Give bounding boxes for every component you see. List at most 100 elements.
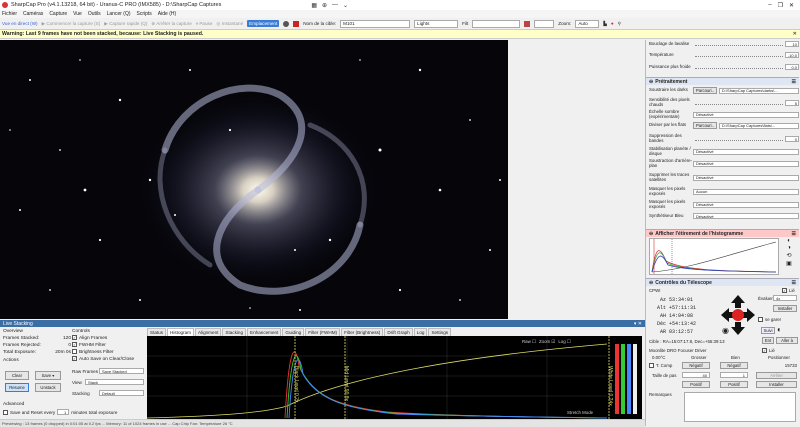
park-checkbox[interactable]: se garer	[758, 317, 781, 323]
tracking-button[interactable]: Suivi	[761, 327, 775, 334]
setting-value[interactable]: 0.0	[785, 64, 799, 70]
mini-histogram[interactable]	[649, 238, 779, 275]
setting-value[interactable]: -10.0	[785, 52, 799, 58]
settings-icon[interactable]	[283, 20, 290, 27]
tab-alignment[interactable]: Alignment	[194, 328, 222, 336]
brightness-filter-checkbox[interactable]: Brightness Filter	[72, 349, 146, 356]
save-reset-checkbox[interactable]	[3, 409, 8, 415]
dropdown[interactable]: Désactivé	[693, 174, 799, 181]
slider[interactable]	[695, 53, 783, 57]
menu-lancer[interactable]: Lancer (Q)	[107, 11, 131, 17]
target-input[interactable]: M101	[340, 19, 411, 28]
preprocessing-header[interactable]: ⊖ Prétraitement ☰	[646, 77, 799, 85]
rate-select[interactable]: 4x	[773, 295, 797, 301]
contrast-alt-icon[interactable]: ◑	[787, 245, 791, 251]
menu-scripts[interactable]: Scripts	[137, 11, 152, 17]
moon-icon[interactable]: ◐	[777, 325, 782, 334]
darks-path[interactable]: D:\SharpCap Captures\darks\...	[718, 87, 799, 94]
histogram-stretch-header[interactable]: ⊖ Afficher l'étirement de l'histogramme …	[646, 229, 799, 237]
fine-negative-button[interactable]: Négatif	[720, 362, 748, 369]
dropdown[interactable]: Aucun	[693, 188, 799, 195]
dropdown[interactable]: Désactivé	[693, 160, 799, 167]
log-toggle[interactable]: Log ☐	[558, 339, 570, 345]
tab-settings[interactable]: Settings	[428, 328, 452, 336]
close-icon[interactable]: ▾ ✕	[634, 321, 642, 327]
live-view-button[interactable]: Vue en direct (W)	[2, 21, 38, 26]
slider[interactable]	[695, 42, 783, 46]
menu-icon[interactable]: ☰	[792, 231, 796, 237]
zoom-toggle[interactable]: Zoom ☑	[539, 339, 555, 345]
coarse-positive-button[interactable]: Positif	[682, 381, 710, 388]
clear-button[interactable]: Clear	[5, 371, 29, 380]
view-select[interactable]: Stack	[85, 379, 144, 385]
install-button[interactable]: Installer	[773, 305, 797, 312]
flats-path[interactable]: D:\SharpCap Captures\flats\...	[718, 122, 799, 129]
telescope-linked[interactable]: ✓ Lié	[782, 288, 795, 294]
temp-comp-checkbox[interactable]: T. Comp	[649, 363, 672, 369]
align-frames-checkbox[interactable]: ✓ Align Frames	[72, 335, 146, 342]
tab-status[interactable]: Status	[147, 328, 167, 336]
enter-button[interactable]: Ent	[762, 337, 774, 344]
stacking-select[interactable]: Default	[99, 390, 144, 396]
save-button[interactable]: Save ▾	[35, 371, 61, 380]
menu-cameras[interactable]: Caméras	[23, 11, 43, 17]
color-swatch-icon[interactable]	[524, 20, 531, 27]
reset-icon[interactable]: ⟲	[786, 252, 791, 259]
save-icon[interactable]: ▣	[786, 260, 792, 267]
stack-histogram[interactable]: Black Level 0.2x Mid Level 90.8x White L…	[147, 336, 642, 419]
slider[interactable]	[695, 101, 783, 105]
menu-capture[interactable]: Capture	[49, 11, 67, 17]
chevron-down-icon[interactable]: ⌄	[343, 2, 348, 9]
setting-value[interactable]: 10	[785, 41, 799, 47]
minus-icon[interactable]: —	[332, 2, 338, 9]
unstack-button[interactable]: Unstack	[35, 383, 61, 392]
coarse-step-input[interactable]: 40	[682, 372, 710, 378]
dropdown[interactable]: Désactivé	[693, 201, 799, 208]
dropdown[interactable]: Désactivé	[693, 148, 799, 155]
layout-icon[interactable]: ▦	[311, 2, 317, 9]
resume-button[interactable]: Resume	[5, 383, 29, 392]
minimize-button[interactable]: –	[768, 2, 771, 9]
menu-icon[interactable]: ☰	[792, 280, 796, 286]
histogram-icon[interactable]: ▙	[603, 21, 607, 27]
close-button[interactable]: ✕	[789, 2, 794, 9]
focuser-install-button[interactable]: Installer	[756, 381, 797, 388]
raw-toggle[interactable]: Raw ☐	[522, 339, 536, 345]
menu-aide[interactable]: Aide (H)	[158, 11, 176, 17]
browse-darks-button[interactable]: Parcouri..	[693, 87, 717, 94]
tab-enhancement[interactable]: Enhancement	[247, 328, 282, 336]
search-icon[interactable]: ⚲	[618, 21, 621, 27]
raw-frames-select[interactable]: Save Stacked	[99, 368, 144, 374]
start-capture-button[interactable]: ▶ Commencer la capture (S)	[42, 21, 101, 27]
fine-step-input[interactable]: 1	[720, 372, 748, 378]
menu-outils[interactable]: Outils	[88, 11, 101, 17]
stop-capture-button[interactable]: ⊗ Arrêter la capture	[151, 21, 191, 27]
close-icon[interactable]: ✕	[793, 31, 797, 37]
filter-select[interactable]	[472, 19, 521, 28]
color-dot-icon[interactable]: ●	[611, 21, 614, 26]
collapse-icon[interactable]: ⊖	[649, 280, 653, 286]
coarse-negative-button[interactable]: Négatif	[682, 362, 710, 369]
notes-textarea[interactable]	[684, 392, 796, 422]
save-reset-minutes[interactable]: 1	[57, 409, 70, 415]
placement-button[interactable]: Emplacement	[247, 20, 280, 27]
tab-filter-fwhm[interactable]: Filter (FWHM)	[305, 328, 341, 336]
tab-histogram[interactable]: Histogram	[167, 328, 194, 336]
menu-fichier[interactable]: Fichier	[2, 11, 17, 17]
frame-type-select[interactable]: Lights	[414, 19, 459, 28]
goto-button[interactable]: Aller à	[776, 337, 798, 344]
dock-icon[interactable]: ⊕	[322, 2, 327, 9]
telescope-header[interactable]: ⊖ Contrôles du Télescope ☰	[646, 278, 799, 286]
dropdown[interactable]: Désactivé	[693, 111, 799, 118]
tab-stacking[interactable]: Stacking	[222, 328, 247, 336]
contrast-icon[interactable]: ◐	[787, 238, 791, 244]
fwhm-filter-checkbox[interactable]: ✓ FWHM Filter	[72, 342, 146, 349]
tab-guiding[interactable]: Guiding	[282, 328, 305, 336]
pause-button[interactable]: ⏸ Pause	[196, 21, 213, 26]
dropdown[interactable]: Désactivé	[693, 213, 799, 219]
maximize-button[interactable]: ❐	[778, 2, 783, 9]
tab-drift-graph[interactable]: Drift Graph	[384, 328, 413, 336]
focuser-linked[interactable]: ✓ Lié	[762, 348, 775, 354]
color-select[interactable]	[534, 19, 555, 28]
browse-flats-button[interactable]: Parcouri..	[693, 122, 717, 129]
